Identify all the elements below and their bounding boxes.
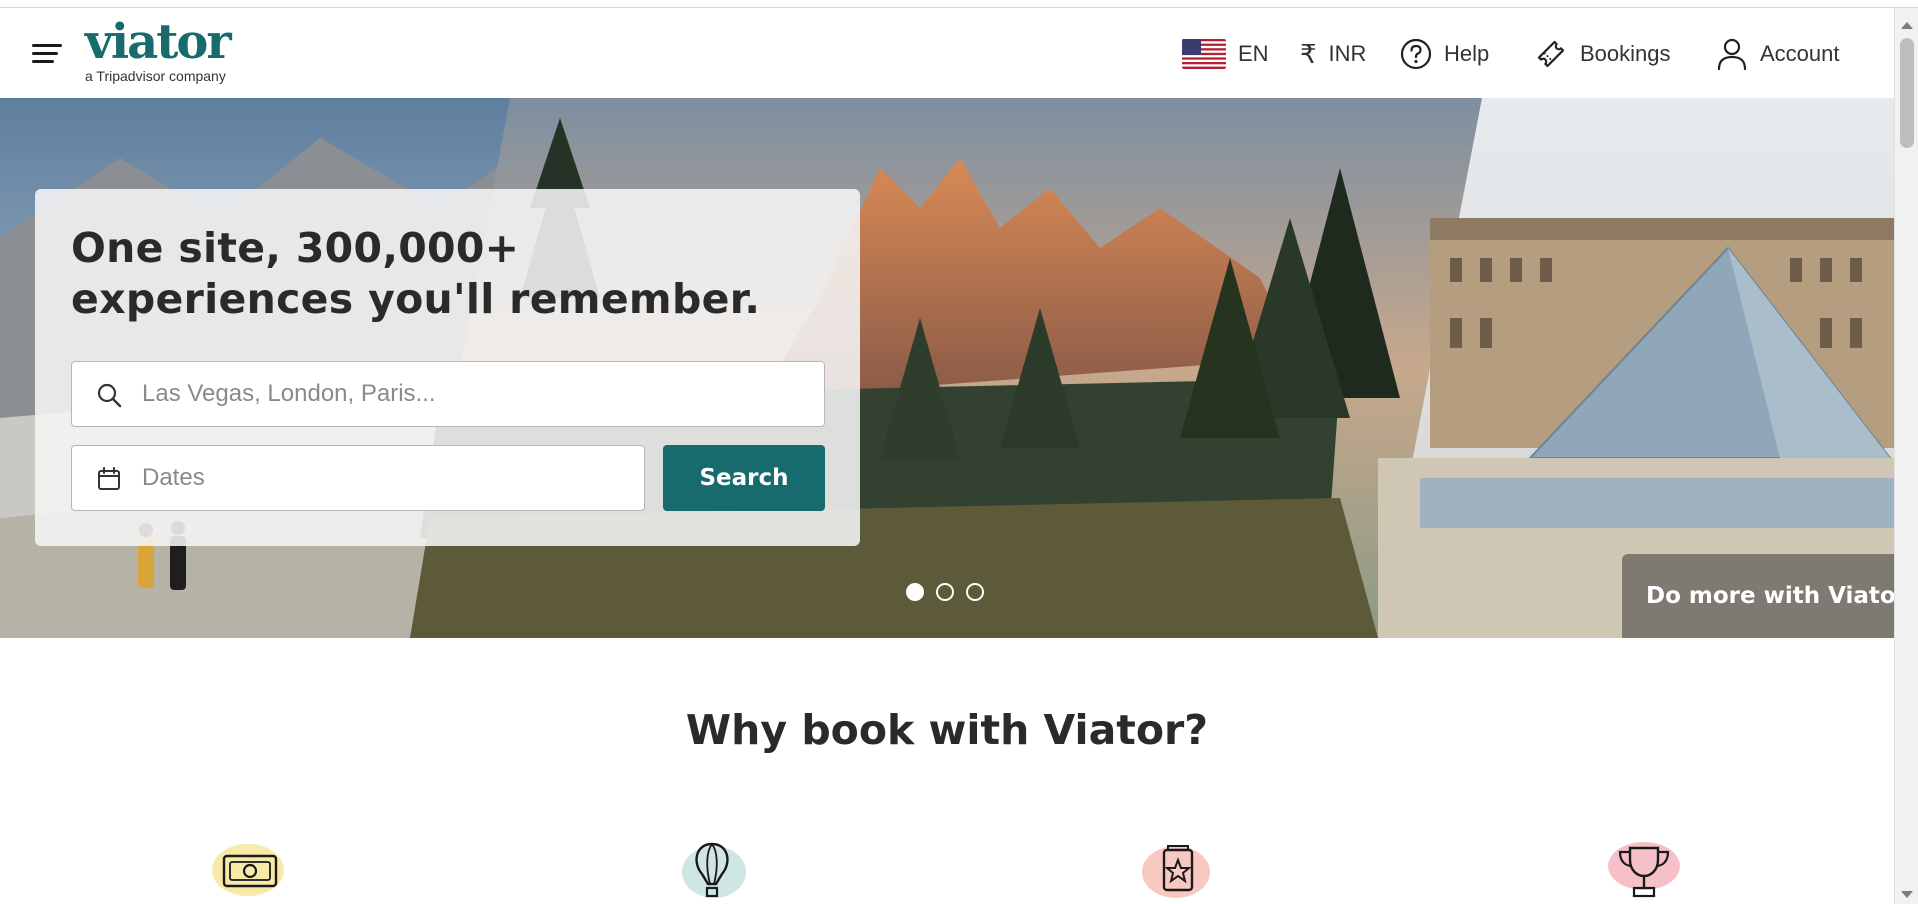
us-flag-icon (1182, 39, 1226, 69)
why-heading: Why book with Viator? (685, 706, 1209, 754)
hero-title: One site, 300,000+ experiences you'll re… (71, 224, 761, 323)
page: viator a Tripadvisor company EN ₹ INR He… (0, 0, 1918, 904)
money-icon (210, 838, 290, 904)
logo-wordmark: viator (85, 14, 232, 70)
help-icon (1400, 38, 1432, 70)
account-label: Account (1760, 41, 1840, 66)
calendar-icon (98, 467, 120, 490)
trophy-icon (1604, 838, 1684, 904)
help-label: Help (1444, 41, 1490, 66)
menu-icon[interactable] (32, 42, 62, 64)
dates-field[interactable] (71, 445, 645, 511)
scroll-up-arrow-icon[interactable] (1901, 22, 1913, 29)
carousel-dot-3[interactable] (966, 583, 984, 601)
carousel-dot-2[interactable] (936, 583, 954, 601)
help-link[interactable]: Help (1400, 34, 1489, 74)
site-header: viator a Tripadvisor company EN ₹ INR He… (0, 8, 1894, 98)
top-border (0, 0, 1918, 8)
user-icon (1717, 38, 1747, 71)
destination-search-field[interactable] (71, 361, 825, 427)
dates-input[interactable] (142, 446, 622, 510)
hero-banner: One site, 300,000+ experiences you'll re… (0, 98, 1894, 638)
scrollbar-thumb[interactable] (1900, 38, 1914, 148)
rupee-icon: ₹ (1300, 38, 1317, 69)
hot-air-balloon-icon (672, 838, 752, 904)
star-passport-icon (1138, 838, 1218, 904)
search-button[interactable]: Search (663, 445, 825, 511)
language-selector[interactable]: EN (1182, 34, 1269, 74)
bookings-link[interactable]: Bookings (1534, 34, 1671, 74)
page-scrollbar[interactable] (1894, 8, 1918, 904)
carousel-dot-1[interactable] (906, 583, 924, 601)
scroll-down-arrow-icon[interactable] (1901, 891, 1913, 898)
ticket-icon (1537, 40, 1565, 68)
logo-tagline: a Tripadvisor company (85, 68, 226, 84)
bookings-label: Bookings (1580, 41, 1671, 66)
search-icon (97, 383, 122, 408)
carousel-dots (906, 583, 984, 601)
language-label: EN (1238, 41, 1269, 66)
currency-label: INR (1328, 41, 1367, 66)
account-link[interactable]: Account (1716, 34, 1840, 74)
search-card: One site, 300,000+ experiences you'll re… (35, 189, 860, 546)
search-input[interactable] (142, 362, 802, 426)
currency-selector[interactable]: ₹ INR (1300, 34, 1366, 74)
promo-link[interactable]: Do more with Viator (1622, 554, 1894, 638)
viator-logo[interactable]: viator a Tripadvisor company (85, 14, 232, 84)
